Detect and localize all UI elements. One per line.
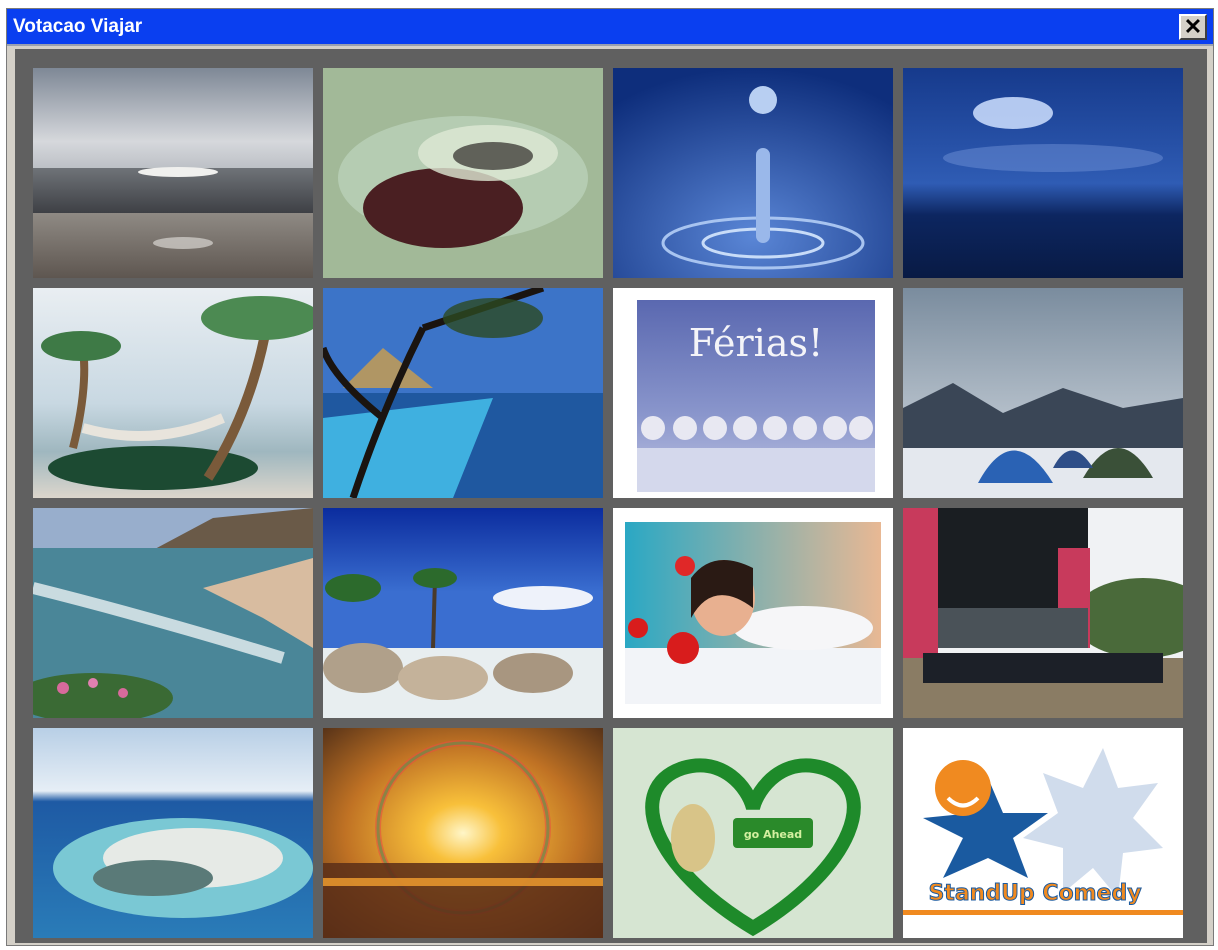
sunset-flare-image (323, 728, 603, 938)
gallery-item-13[interactable] (33, 728, 313, 938)
gallery-item-12[interactable] (903, 508, 1183, 718)
gallery-item-11[interactable] (613, 508, 893, 718)
image-grid: Férias! go Ahead StandUp Comedy (15, 49, 1207, 943)
hammock-palms-image (33, 288, 313, 498)
gallery-item-16[interactable]: StandUp Comedy (903, 728, 1183, 938)
gallery-item-15[interactable]: go Ahead (613, 728, 893, 938)
spa-woman-image (613, 508, 893, 718)
standup-caption: StandUp Comedy (928, 881, 1141, 906)
atoll-aerial-image (33, 728, 313, 938)
gallery-item-14[interactable] (323, 728, 603, 938)
close-icon: ✕ (1183, 14, 1203, 39)
gallery-item-4[interactable] (903, 68, 1183, 278)
gallery-item-1[interactable] (33, 68, 313, 278)
stingray-image (323, 68, 603, 278)
water-drop-image (613, 68, 893, 278)
window-title: Votacao Viajar (13, 15, 143, 37)
title-bar[interactable]: Votacao Viajar ✕ (7, 9, 1213, 46)
dialog-window: Votacao Viajar ✕ Férias! go Ahead StandU… (6, 8, 1214, 946)
tropical-rocks-image (323, 508, 603, 718)
coastal-cliff-image (33, 508, 313, 718)
gallery-item-9[interactable] (33, 508, 313, 718)
ferias-card-image: Férias! (613, 288, 893, 498)
close-button[interactable]: ✕ (1179, 14, 1207, 40)
gallery-item-7[interactable]: Férias! (613, 288, 893, 498)
go-ahead-caption: go Ahead (744, 828, 802, 841)
gallery-item-6[interactable] (323, 288, 603, 498)
snow-camping-image (903, 288, 1183, 498)
gallery-item-5[interactable] (33, 288, 313, 498)
concert-stage-image (903, 508, 1183, 718)
gallery-item-2[interactable] (323, 68, 603, 278)
ferias-caption: Férias! (689, 321, 824, 365)
blue-night-sky-image (903, 68, 1183, 278)
gallery-item-3[interactable] (613, 68, 893, 278)
beach-sunrise-image (33, 68, 313, 278)
standup-comedy-image: StandUp Comedy (903, 728, 1183, 938)
gallery-item-10[interactable] (323, 508, 603, 718)
gallery-item-8[interactable] (903, 288, 1183, 498)
infinity-pool-image (323, 288, 603, 498)
green-heart-card-image: go Ahead (613, 728, 893, 938)
